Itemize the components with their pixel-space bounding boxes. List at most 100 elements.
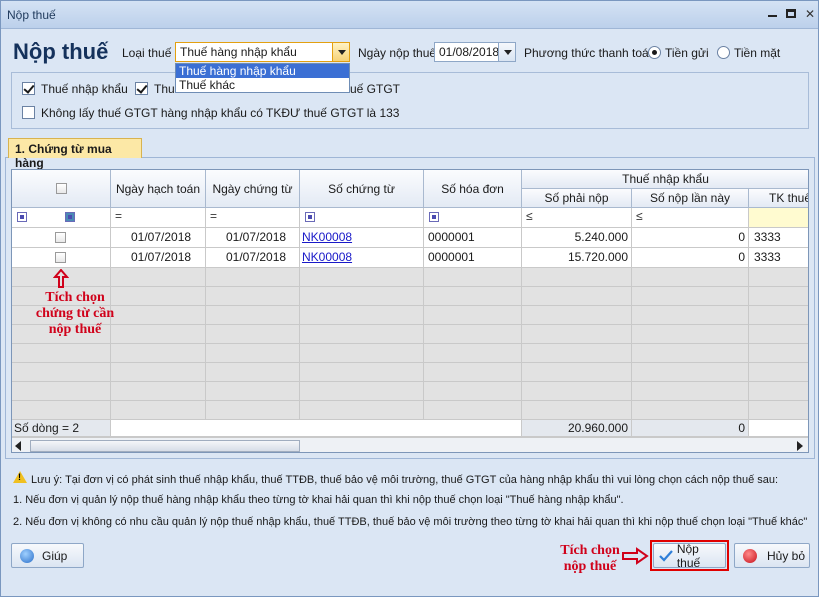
second-tax-checkbox[interactable] <box>135 82 148 95</box>
col-tax-account[interactable]: TK thuế <box>749 189 808 208</box>
calendar-dropdown-icon[interactable] <box>498 43 515 61</box>
empty-cell <box>12 363 111 382</box>
table-cell: 0000001 <box>424 228 522 248</box>
empty-cell <box>424 268 522 287</box>
empty-cell <box>206 325 300 344</box>
filter-icon[interactable] <box>305 212 315 222</box>
table-cell: 5.240.000 <box>522 228 632 248</box>
filter-voucher-date[interactable]: = <box>206 208 300 228</box>
empty-cell <box>522 287 632 306</box>
table-cell: 15.720.000 <box>522 248 632 268</box>
voucher-link[interactable]: NK00008 <box>302 250 352 264</box>
col-group-import-tax: Thuế nhập khẩu <box>522 170 808 189</box>
empty-cell <box>206 306 300 325</box>
arrow-up-icon <box>53 269 69 288</box>
footer-cell <box>111 420 522 437</box>
select-all-checkbox[interactable] <box>55 183 67 194</box>
table-cell[interactable]: 0 <box>632 248 749 268</box>
no-vat-133-checkbox[interactable] <box>22 106 35 119</box>
table-cell: 01/07/2018 <box>206 248 300 268</box>
pay-tax-button[interactable]: Nộp thuế <box>653 542 726 570</box>
total-amount-this: 0 <box>632 420 749 437</box>
help-icon <box>20 548 34 563</box>
close-icon[interactable]: ✕ <box>803 7 817 21</box>
empty-cell <box>749 268 808 287</box>
empty-cell <box>206 363 300 382</box>
filter-check-icon[interactable] <box>65 212 75 222</box>
empty-cell <box>206 344 300 363</box>
empty-cell <box>111 401 206 420</box>
tax-type-option-import[interactable]: Thuế hàng nhập khẩu <box>176 64 349 78</box>
annotation-select-pay: Tích chọn nộp thuế <box>560 543 620 574</box>
minimize-icon[interactable] <box>765 7 779 21</box>
table-cell: 0000001 <box>424 248 522 268</box>
empty-cell <box>522 363 632 382</box>
scroll-right-icon[interactable] <box>797 441 803 451</box>
empty-cell <box>300 325 424 344</box>
filter-amount-due[interactable]: ≤ <box>522 208 632 228</box>
empty-cell <box>749 287 808 306</box>
maximize-icon[interactable] <box>784 7 798 21</box>
tab-purchase-vouchers[interactable]: 1. Chứng từ mua hàng <box>8 138 142 170</box>
chevron-down-icon[interactable] <box>332 43 349 61</box>
tax-type-select[interactable]: Thuế hàng nhập khẩu <box>175 42 350 62</box>
second-tax-label: Thu <box>154 82 175 96</box>
footer-cell <box>749 420 808 437</box>
empty-cell <box>424 325 522 344</box>
col-amount-due[interactable]: Số phải nộp <box>522 189 632 208</box>
voucher-link[interactable]: NK00008 <box>302 230 352 244</box>
empty-cell <box>424 306 522 325</box>
empty-cell <box>522 344 632 363</box>
filter-voucher-no[interactable] <box>300 208 424 228</box>
horizontal-scrollbar[interactable] <box>12 437 808 452</box>
col-posting-date[interactable]: Ngày hạch toán <box>111 170 206 208</box>
cancel-button[interactable]: Hủy bỏ <box>734 543 810 568</box>
filter-amount-this[interactable]: ≤ <box>632 208 749 228</box>
row-checkbox[interactable] <box>55 252 66 263</box>
pay-date-label: Ngày nộp thuế <box>358 46 437 60</box>
col-voucher-date[interactable]: Ngày chứng từ <box>206 170 300 208</box>
checkmark-icon <box>659 549 673 562</box>
warning-icon <box>13 471 27 483</box>
table-row-select[interactable] <box>12 228 111 248</box>
filter-posting-date[interactable]: = <box>111 208 206 228</box>
method-cash-radio[interactable] <box>717 46 730 59</box>
col-voucher-no[interactable]: Số chứng từ <box>300 170 424 208</box>
scroll-thumb[interactable] <box>30 440 300 452</box>
tax-type-label: Loại thuế <box>122 46 172 60</box>
import-tax-checkbox[interactable] <box>22 82 35 95</box>
empty-cell <box>12 382 111 401</box>
tax-type-option-other[interactable]: Thuế khác <box>176 78 349 92</box>
note-line-3: 2. Nếu đơn vị không có nhu cầu quản lý n… <box>13 516 808 528</box>
scroll-left-icon[interactable] <box>15 441 21 451</box>
table-cell[interactable]: 0 <box>632 228 749 248</box>
filter-icon[interactable] <box>429 212 439 222</box>
row-checkbox[interactable] <box>55 232 66 243</box>
total-amount-due: 20.960.000 <box>522 420 632 437</box>
empty-cell <box>300 401 424 420</box>
filter-icon[interactable] <box>17 212 27 222</box>
col-invoice-no[interactable]: Số hóa đơn <box>424 170 522 208</box>
note-line-2: 1. Nếu đơn vị quản lý nộp thuế hàng nhập… <box>13 494 624 506</box>
empty-cell <box>749 344 808 363</box>
import-tax-label: Thuế nhập khẩu <box>41 82 128 96</box>
empty-cell <box>632 401 749 420</box>
payment-method-label: Phương thức thanh toán <box>524 46 656 60</box>
filter-select[interactable] <box>12 208 111 228</box>
pay-date-field[interactable]: 01/08/2018 <box>434 42 516 62</box>
empty-cell <box>111 344 206 363</box>
empty-cell <box>300 306 424 325</box>
help-button[interactable]: Giúp <box>11 543 84 568</box>
filter-invoice-no[interactable] <box>424 208 522 228</box>
table-row-select[interactable] <box>12 248 111 268</box>
col-amount-this[interactable]: Số nộp lần này <box>632 189 749 208</box>
empty-cell <box>424 363 522 382</box>
method-deposit-label: Tiền gửi <box>665 46 709 60</box>
page-title: Nộp thuế <box>13 39 109 64</box>
empty-cell <box>111 287 206 306</box>
method-deposit-radio[interactable] <box>648 46 661 59</box>
empty-cell <box>632 268 749 287</box>
empty-cell <box>300 344 424 363</box>
filter-tax-account[interactable] <box>749 208 808 228</box>
empty-cell <box>300 382 424 401</box>
